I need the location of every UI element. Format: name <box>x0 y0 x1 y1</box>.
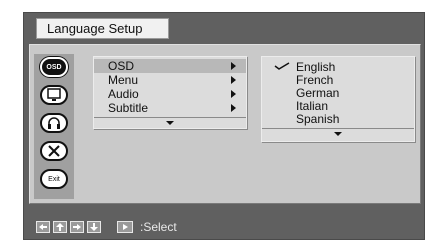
scroll-down-icon[interactable] <box>166 121 174 125</box>
headphones-icon <box>48 117 60 129</box>
window-title: Language Setup <box>36 18 169 39</box>
right-key-icon <box>70 221 84 233</box>
menu-item-subtitle[interactable]: Subtitle <box>94 101 246 115</box>
arrow-up-icon <box>56 223 64 231</box>
menu-item-label: OSD <box>108 59 135 73</box>
select-hint: :Select <box>140 220 177 234</box>
osd-icon[interactable]: OSD <box>40 57 68 77</box>
exit-icon[interactable]: Exit <box>40 169 68 189</box>
footer-hints: :Select <box>36 219 177 235</box>
left-key-icon <box>36 221 50 233</box>
menu-item-label: Menu <box>108 73 139 87</box>
chevron-right-icon <box>231 76 236 84</box>
picture-icon[interactable] <box>40 85 68 105</box>
scroll-down-icon[interactable] <box>334 132 342 136</box>
menu-item-label: Audio <box>108 87 139 101</box>
menu-item-osd[interactable]: OSD <box>94 59 246 73</box>
play-icon <box>123 224 128 230</box>
settings-menu: OSD Menu Audio Subtitle <box>93 56 247 129</box>
up-key-icon <box>53 221 67 233</box>
down-key-icon <box>87 221 101 233</box>
play-key-icon <box>117 221 133 233</box>
divider <box>262 128 414 129</box>
audio-icon[interactable] <box>40 113 68 133</box>
language-list: English French German Italian Spanish <box>261 56 415 142</box>
menu-item-menu[interactable]: Menu <box>94 73 246 87</box>
language-option-spanish[interactable]: Spanish <box>296 113 339 126</box>
arrow-right-icon <box>73 224 81 230</box>
monitor-icon <box>47 88 61 101</box>
chevron-right-icon <box>231 104 236 112</box>
chevron-right-icon <box>231 90 236 98</box>
exit-icon-label: Exit <box>48 175 60 183</box>
menu-item-audio[interactable]: Audio <box>94 87 246 101</box>
osd-icon-label: OSD <box>46 63 62 71</box>
arrow-down-icon <box>90 223 98 231</box>
tools-icon[interactable] <box>40 141 68 161</box>
divider <box>94 117 246 118</box>
sidebar: OSD Exit <box>34 54 74 199</box>
menu-item-label: Subtitle <box>108 101 149 115</box>
wrench-screwdriver-icon <box>48 145 60 157</box>
chevron-right-icon <box>231 62 236 70</box>
arrow-left-icon <box>39 224 47 230</box>
checkmark-icon <box>274 62 290 70</box>
